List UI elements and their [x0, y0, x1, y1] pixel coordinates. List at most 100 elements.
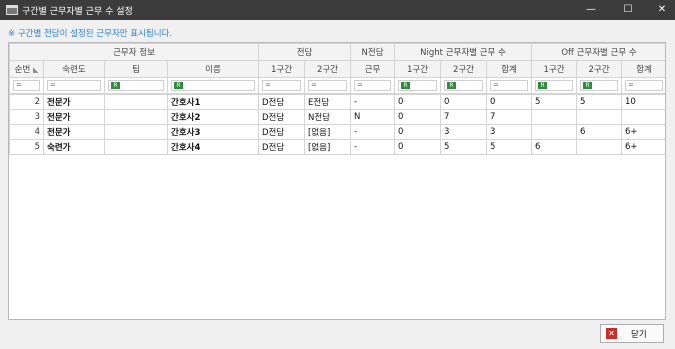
table-cell[interactable]: [없음]	[304, 124, 351, 140]
table-cell[interactable]: 5	[440, 139, 487, 155]
filter-cell[interactable]: =	[303, 77, 352, 94]
table-cell[interactable]	[104, 94, 168, 110]
col-header-night-total[interactable]: 합계	[486, 60, 533, 78]
col-header-night-1[interactable]: 1구간	[394, 60, 442, 78]
table-cell[interactable]: 6+	[621, 139, 665, 155]
table-cell[interactable]: 숙련가	[43, 139, 105, 155]
table-row[interactable]: 3 전문가 간호사2 D전담 N전담 N 0 7 7	[9, 109, 665, 125]
table-cell[interactable]: E전담	[304, 94, 351, 110]
table-cell[interactable]: 0	[394, 109, 441, 125]
group-header-night: Night 근무자별 근무 수	[394, 43, 533, 61]
filter-cell[interactable]: R	[167, 77, 259, 94]
table-cell[interactable]: 0	[486, 94, 532, 110]
table-cell[interactable]: 간호사1	[167, 94, 259, 110]
table-cell[interactable]: 0	[440, 94, 487, 110]
table-cell[interactable]: 2	[9, 94, 44, 110]
table-cell[interactable]	[104, 109, 168, 125]
col-header-skill[interactable]: 숙련도	[43, 60, 105, 78]
table-cell[interactable]	[621, 109, 665, 125]
filter-cell[interactable]: R	[104, 77, 168, 94]
table-cell[interactable]: 간호사4	[167, 139, 259, 155]
table-cell[interactable]: 간호사3	[167, 124, 259, 140]
col-header-off-total[interactable]: 합계	[621, 60, 665, 78]
minimize-button[interactable]: —	[579, 0, 603, 20]
table-cell[interactable]: 7	[440, 109, 487, 125]
filter-mode-icon: R	[111, 81, 120, 89]
table-cell[interactable]: D전담	[258, 124, 305, 140]
table-cell[interactable]: 0	[394, 139, 441, 155]
table-cell[interactable]: 5	[576, 94, 622, 110]
table-cell[interactable]: 0	[394, 94, 441, 110]
table-cell[interactable]: 6	[576, 124, 622, 140]
table-cell[interactable]	[531, 124, 577, 140]
filter-mode-icon: R	[583, 81, 593, 89]
filter-cell[interactable]: =	[9, 77, 44, 94]
table-cell[interactable]: 10	[621, 94, 665, 110]
table-cell[interactable]: 5	[9, 139, 44, 155]
window-title: 구간별 근무자별 근무 수 설정	[22, 7, 133, 17]
close-window-button[interactable]: ✕	[650, 0, 674, 20]
table-cell[interactable]: 전문가	[43, 109, 105, 125]
table-cell[interactable]: [없음]	[304, 139, 351, 155]
table-cell[interactable]	[104, 139, 168, 155]
col-header-n-shift[interactable]: 근무	[350, 60, 396, 78]
filter-mode-icon: R	[538, 81, 548, 89]
filter-cell[interactable]: =	[258, 77, 305, 94]
table-cell[interactable]: -	[350, 124, 395, 140]
table-cell[interactable]: 6	[531, 139, 577, 155]
table-cell[interactable]: 전문가	[43, 124, 105, 140]
col-header-seq[interactable]: 순번 ◣	[9, 60, 44, 78]
table-cell[interactable]: 7	[486, 109, 532, 125]
col-header-team[interactable]: 팀	[104, 60, 168, 78]
filter-cell[interactable]: R	[576, 77, 623, 94]
table-cell[interactable]: -	[350, 94, 395, 110]
table-row[interactable]: 2 전문가 간호사1 D전담 E전담 -0 0 0 5 5 10	[9, 94, 665, 110]
col-header-ded-1[interactable]: 1구간	[258, 60, 305, 78]
col-header-night-2[interactable]: 2구간	[440, 60, 488, 78]
filter-cell[interactable]: =	[621, 77, 665, 94]
table-cell[interactable]	[576, 139, 622, 155]
table-cell[interactable]	[576, 109, 622, 125]
filter-row: = = R R = = = R R = R R =	[9, 77, 665, 94]
table-cell[interactable]: D전담	[258, 94, 305, 110]
table-cell[interactable]: 0	[394, 124, 441, 140]
title-bar: 구간별 근무자별 근무 수 설정 — ☐ ✕	[0, 0, 675, 20]
table-cell[interactable]: D전담	[258, 109, 305, 125]
table-cell[interactable]: 3	[440, 124, 487, 140]
table-cell[interactable]: N	[350, 109, 395, 125]
table-cell[interactable]: 5	[486, 139, 532, 155]
table-cell[interactable]	[531, 109, 577, 125]
dialog-window: 구간별 근무자별 근무 수 설정 — ☐ ✕ ※ 구간별 전담이 설정된 근무자…	[0, 0, 675, 349]
close-button[interactable]: ✕ 닫기	[600, 324, 664, 343]
sort-icon: ◣	[32, 66, 39, 74]
col-header-ded-2[interactable]: 2구간	[303, 60, 352, 78]
filter-cell[interactable]: =	[43, 77, 105, 94]
table-row[interactable]: 4 전문가 간호사3 D전담 [없음] -0 3 3 6 6+	[9, 124, 665, 140]
filter-cell[interactable]: =	[486, 77, 533, 94]
filter-cell[interactable]: =	[350, 77, 396, 94]
maximize-button[interactable]: ☐	[616, 0, 640, 20]
data-grid[interactable]: 근무자 정보 전담 N전담 Night 근무자별 근무 수 Off 근무자별 근…	[8, 42, 666, 320]
col-header-off-1[interactable]: 1구간	[531, 60, 578, 78]
group-header-worker-info: 근무자 정보	[9, 43, 259, 61]
table-cell[interactable]: 6+	[621, 124, 665, 140]
col-header-off-2[interactable]: 2구간	[576, 60, 623, 78]
table-cell[interactable]: 5	[531, 94, 577, 110]
table-cell[interactable]: 전문가	[43, 94, 105, 110]
filter-cell[interactable]: R	[531, 77, 578, 94]
col-header-name[interactable]: 이름	[167, 60, 259, 78]
table-cell[interactable]: 3	[486, 124, 532, 140]
table-row[interactable]: 5 숙련가 간호사4 D전담 [없음] -0 5 5 6 6+	[9, 139, 665, 155]
close-button-label: 닫기	[631, 330, 647, 340]
filter-cell[interactable]: R	[440, 77, 488, 94]
table-cell[interactable]: 4	[9, 124, 44, 140]
table-cell[interactable]: D전담	[258, 139, 305, 155]
table-cell[interactable]	[104, 124, 168, 140]
filter-mode-icon: R	[401, 81, 411, 89]
info-notice: ※ 구간별 전담이 설정된 근무자만 표시됩니다.	[8, 29, 173, 39]
table-cell[interactable]: -	[350, 139, 395, 155]
table-cell[interactable]: 3	[9, 109, 44, 125]
table-cell[interactable]: N전담	[304, 109, 351, 125]
filter-cell[interactable]: R	[394, 77, 442, 94]
table-cell[interactable]: 간호사2	[167, 109, 259, 125]
